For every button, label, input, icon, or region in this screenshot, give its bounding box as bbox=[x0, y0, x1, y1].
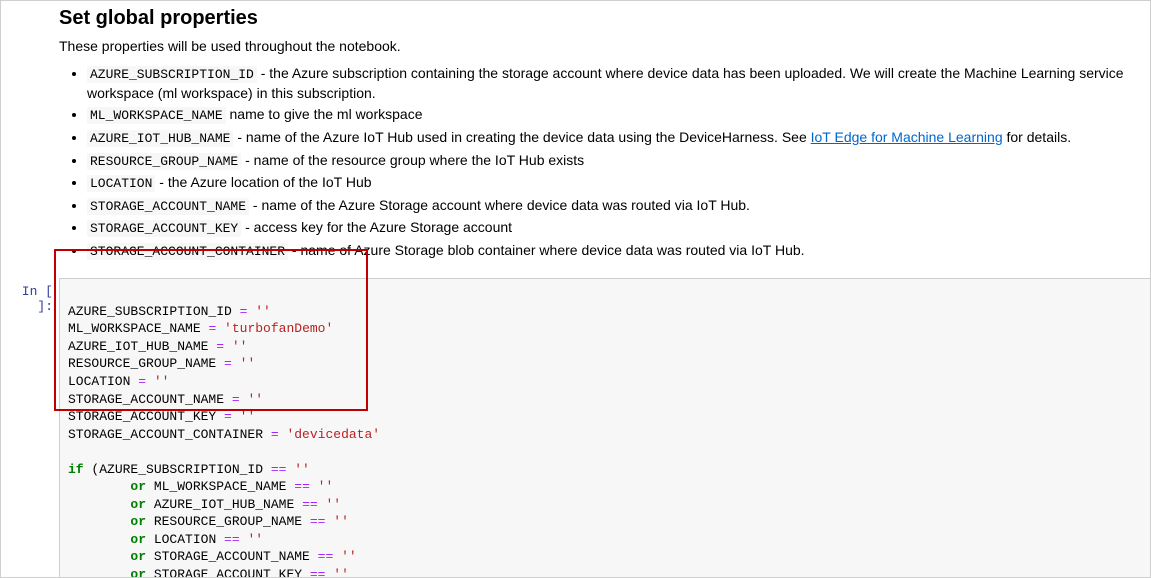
list-item: ML_WORKSPACE_NAME name to give the ml wo… bbox=[87, 105, 1138, 125]
doc-link[interactable]: IoT Edge for Machine Learning bbox=[811, 129, 1003, 145]
list-item: LOCATION - the Azure location of the IoT… bbox=[87, 173, 1138, 193]
inline-code: LOCATION bbox=[87, 175, 155, 192]
list-item: STORAGE_ACCOUNT_KEY - access key for the… bbox=[87, 218, 1138, 238]
inline-code: AZURE_SUBSCRIPTION_ID bbox=[87, 66, 257, 83]
inline-code: STORAGE_ACCOUNT_CONTAINER bbox=[87, 243, 288, 260]
code-editor[interactable]: AZURE_SUBSCRIPTION_ID = '' ML_WORKSPACE_… bbox=[59, 278, 1150, 578]
list-item: RESOURCE_GROUP_NAME - name of the resour… bbox=[87, 151, 1138, 171]
section-heading: Set global properties bbox=[59, 7, 1138, 30]
markdown-cell: Set global properties These properties w… bbox=[1, 1, 1150, 278]
inline-code: RESOURCE_GROUP_NAME bbox=[87, 153, 241, 170]
inline-code: AZURE_IOT_HUB_NAME bbox=[87, 130, 233, 147]
intro-text: These properties will be used throughout… bbox=[59, 38, 1138, 54]
input-prompt: In [ ]: bbox=[1, 278, 59, 578]
inline-code: STORAGE_ACCOUNT_KEY bbox=[87, 220, 241, 237]
list-item: STORAGE_ACCOUNT_CONTAINER - name of Azur… bbox=[87, 241, 1138, 261]
inline-code: ML_WORKSPACE_NAME bbox=[87, 107, 226, 124]
list-item: AZURE_IOT_HUB_NAME - name of the Azure I… bbox=[87, 128, 1138, 148]
code-cell[interactable]: In [ ]: AZURE_SUBSCRIPTION_ID = '' ML_WO… bbox=[1, 278, 1150, 578]
list-item: STORAGE_ACCOUNT_NAME - name of the Azure… bbox=[87, 196, 1138, 216]
properties-list: AZURE_SUBSCRIPTION_ID - the Azure subscr… bbox=[59, 64, 1138, 260]
inline-code: STORAGE_ACCOUNT_NAME bbox=[87, 198, 249, 215]
notebook-container: Set global properties These properties w… bbox=[0, 0, 1151, 578]
list-item: AZURE_SUBSCRIPTION_ID - the Azure subscr… bbox=[87, 64, 1138, 102]
